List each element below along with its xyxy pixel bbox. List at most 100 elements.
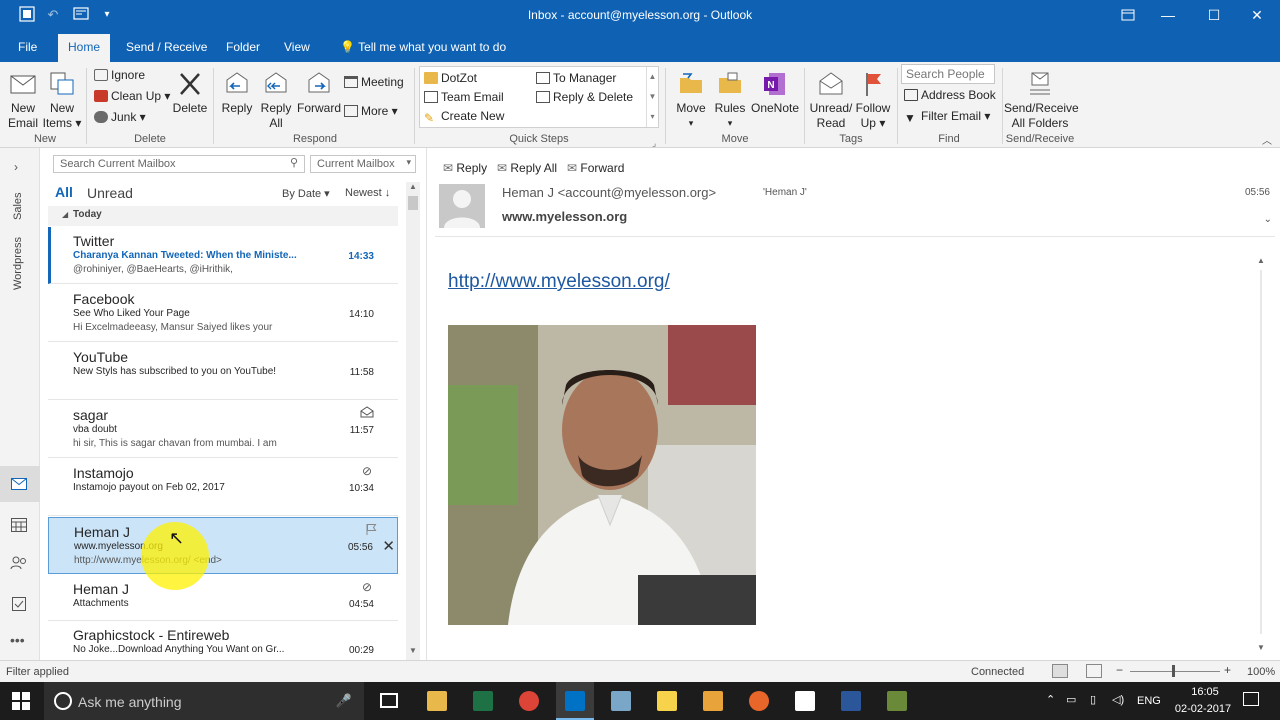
pane-reply-all-button[interactable]: ✉ Reply All: [497, 161, 557, 175]
list-item[interactable]: Heman J Attachments ⊘ 04:54: [48, 575, 398, 621]
quick-steps-scroll[interactable]: ▲ ▼ ▾: [646, 67, 658, 127]
zoom-in-icon[interactable]: +: [1224, 663, 1231, 677]
chrome-icon[interactable]: [519, 691, 539, 711]
filter-email-button[interactable]: ▼ Filter Email ▾: [904, 109, 990, 124]
ignore-button[interactable]: Ignore: [94, 68, 145, 82]
filter-all[interactable]: All: [55, 184, 73, 200]
quick-step-dotzot[interactable]: DotZot: [424, 71, 477, 85]
mail-nav-button[interactable]: [0, 466, 40, 502]
reading-scroll-up-icon[interactable]: ▲: [1257, 256, 1265, 265]
store-icon[interactable]: [795, 691, 815, 711]
tell-me-box[interactable]: 💡 Tell me what you want to do: [330, 38, 516, 62]
minimize-button[interactable]: —: [1145, 0, 1191, 30]
new-email-button[interactable]: New Email: [6, 70, 40, 131]
tab-view[interactable]: View: [274, 38, 320, 62]
collapse-ribbon-icon[interactable]: ︿: [1262, 132, 1272, 147]
delete-button[interactable]: Delete: [172, 70, 208, 116]
list-item[interactable]: Twitter Charanya Kannan Tweeted: When th…: [48, 227, 398, 284]
search-mailbox-input[interactable]: Search Current Mailbox ⚲: [53, 155, 305, 173]
calendar-nav-button[interactable]: [11, 518, 27, 535]
quick-step-to-manager[interactable]: To Manager: [536, 71, 616, 85]
scroll-down-icon[interactable]: ▼: [406, 646, 420, 660]
network-icon[interactable]: ▭: [1066, 693, 1076, 706]
list-item[interactable]: Graphicstock - Entireweb No Joke...Downl…: [48, 621, 398, 660]
list-item[interactable]: sagar vba doubt hi sir, This is sagar ch…: [48, 401, 398, 458]
sort-order-toggle[interactable]: Newest ↓: [345, 187, 390, 199]
expand-header-icon[interactable]: ⌄: [1264, 214, 1272, 225]
outlook-taskbar-button[interactable]: [556, 682, 594, 720]
word-icon[interactable]: [841, 691, 861, 711]
sort-by-dropdown[interactable]: By Date ▾: [282, 187, 330, 200]
quick-step-create-new[interactable]: ✎ Create New: [424, 109, 504, 124]
list-item[interactable]: Facebook See Who Liked Your Page Hi Exce…: [48, 285, 398, 342]
zoom-slider-thumb[interactable]: [1172, 665, 1175, 677]
move-button[interactable]: Move ▾: [672, 70, 710, 131]
zoom-out-icon[interactable]: −: [1116, 663, 1123, 677]
delete-item-icon[interactable]: ✕: [382, 537, 395, 555]
tab-home[interactable]: Home: [58, 34, 111, 62]
notepad-icon[interactable]: [611, 691, 631, 711]
language-indicator[interactable]: ENG: [1137, 695, 1161, 707]
volume-icon[interactable]: ◁): [1112, 693, 1124, 706]
tab-send-receive[interactable]: Send / Receive: [116, 38, 217, 62]
people-nav-button[interactable]: [10, 556, 28, 573]
task-view-icon[interactable]: [380, 693, 398, 708]
reply-button[interactable]: Reply: [220, 70, 254, 116]
address-book-button[interactable]: Address Book: [904, 88, 996, 102]
tasks-nav-button[interactable]: [11, 595, 27, 614]
microphone-icon[interactable]: 🎤: [336, 693, 352, 709]
onenote-button[interactable]: N OneNote: [750, 70, 800, 116]
pane-forward-button[interactable]: ✉ Forward: [567, 161, 624, 175]
pane-reply-button[interactable]: ✉ Reply: [443, 161, 487, 175]
power-icon[interactable]: ▯: [1090, 693, 1096, 706]
rules-button[interactable]: Rules ▾: [712, 70, 748, 131]
list-item[interactable]: YouTube New Styls has subscribed to you …: [48, 343, 398, 400]
reply-all-button[interactable]: Reply All: [258, 70, 294, 131]
forward-button[interactable]: Forward: [297, 70, 341, 116]
quick-step-team-email[interactable]: Team Email: [424, 90, 504, 104]
more-nav-icon[interactable]: •••: [10, 632, 25, 648]
group-header-today[interactable]: ◢ Today: [48, 206, 398, 226]
close-button[interactable]: ✕: [1234, 0, 1280, 30]
show-hidden-icons[interactable]: ⌃: [1046, 693, 1055, 706]
reading-scrollbar[interactable]: ▲ ▼: [1257, 256, 1271, 652]
reading-scroll-down-icon[interactable]: ▼: [1257, 643, 1265, 652]
meeting-button[interactable]: Meeting: [344, 75, 404, 89]
more-respond-button[interactable]: More ▾: [344, 104, 398, 118]
tab-file[interactable]: File: [8, 38, 47, 62]
firefox-icon[interactable]: [749, 691, 769, 711]
reading-view-icon[interactable]: [1086, 664, 1102, 678]
normal-view-icon[interactable]: [1052, 664, 1068, 678]
list-item[interactable]: Instamojo Instamojo payout on Feb 02, 20…: [48, 459, 398, 516]
follow-up-button[interactable]: Follow Up ▾: [855, 70, 891, 131]
search-scope-dropdown[interactable]: Current Mailbox ▾: [310, 155, 416, 173]
folder-sales[interactable]: Sales: [12, 192, 24, 220]
body-link[interactable]: http://www.myelesson.org/: [448, 271, 670, 293]
flag-outline-icon[interactable]: [365, 523, 377, 538]
sticky-notes-icon[interactable]: [657, 691, 677, 711]
list-item-selected[interactable]: Heman J www.myelesson.org http://www.mye…: [48, 517, 398, 590]
file-explorer-icon[interactable]: [427, 691, 447, 711]
clock-time[interactable]: 16:05: [1175, 686, 1235, 698]
unread-read-button[interactable]: Unread/ Read: [808, 70, 854, 131]
zoom-slider[interactable]: [1130, 671, 1220, 672]
search-people-input[interactable]: Search People: [901, 64, 995, 84]
send-receive-all-button[interactable]: Send/Receive All Folders: [1004, 70, 1079, 131]
tab-folder[interactable]: Folder: [216, 38, 270, 62]
app-icon[interactable]: [887, 691, 907, 711]
scroll-thumb[interactable]: [408, 196, 418, 210]
clock-date[interactable]: 02-02-2017: [1171, 703, 1235, 715]
excel-icon[interactable]: [473, 691, 493, 711]
expand-folder-pane-icon[interactable]: ›: [14, 160, 18, 174]
windows-start-icon[interactable]: [12, 692, 30, 713]
new-items-button[interactable]: New Items ▾: [42, 70, 82, 131]
quick-step-reply-delete[interactable]: Reply & Delete: [536, 90, 633, 104]
scroll-up-icon[interactable]: ▲: [406, 182, 420, 196]
message-list-scrollbar[interactable]: ▲ ▼: [406, 182, 420, 660]
junk-button[interactable]: Junk ▾: [94, 110, 146, 124]
media-player-icon[interactable]: [703, 691, 723, 711]
clean-up-button[interactable]: Clean Up ▾: [94, 89, 170, 103]
sender-address[interactable]: Heman J <account@myelesson.org>: [502, 185, 716, 200]
notifications-icon[interactable]: [1243, 692, 1259, 706]
filter-unread[interactable]: Unread: [87, 185, 133, 201]
